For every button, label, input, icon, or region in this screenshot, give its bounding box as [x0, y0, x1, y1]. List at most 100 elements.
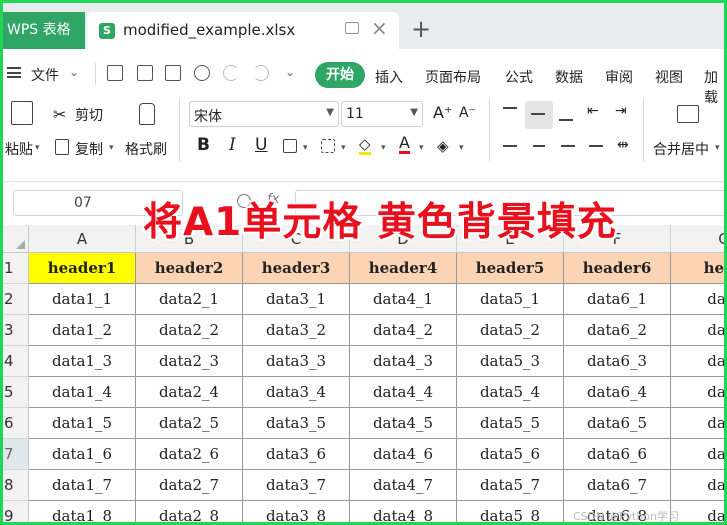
data-cell[interactable]: data1_2	[29, 315, 136, 346]
data-cell[interactable]: data1_3	[29, 346, 136, 377]
data-cell[interactable]: data3_8	[243, 501, 350, 522]
data-cell[interactable]: data3_5	[243, 408, 350, 439]
data-cell[interactable]: data5_6	[457, 439, 564, 470]
scissors-icon[interactable]: ✂	[53, 105, 66, 124]
data-cell[interactable]: data5_7	[457, 470, 564, 501]
data-cell[interactable]: data4_1	[350, 284, 457, 315]
file-menu[interactable]: 文件	[31, 65, 59, 85]
redo-icon[interactable]	[253, 65, 269, 81]
borders-icon[interactable]	[283, 139, 297, 153]
row-header-2[interactable]: 2	[3, 284, 29, 315]
export-icon[interactable]	[137, 65, 153, 81]
row-header-8[interactable]: 8	[3, 470, 29, 501]
wps-home-tab[interactable]: WPS 表格	[3, 12, 85, 49]
data-cell[interactable]: data5_8	[457, 501, 564, 522]
data-cell[interactable]: data	[671, 408, 724, 439]
font-name-select[interactable]: 宋体 ▼	[189, 101, 339, 127]
row-header-6[interactable]: 6	[3, 408, 29, 439]
align-right-icon[interactable]	[561, 145, 575, 147]
chevron-down-icon[interactable]: ⌄	[69, 65, 79, 79]
font-color-icon[interactable]: A	[399, 135, 410, 154]
print-icon[interactable]	[165, 65, 181, 81]
data-cell[interactable]: data1_1	[29, 284, 136, 315]
clear-format-icon[interactable]: ◈	[437, 137, 449, 155]
column-header-a[interactable]: A	[29, 225, 136, 253]
decrease-indent-icon[interactable]: ⇤	[587, 103, 599, 119]
undo-icon[interactable]	[223, 65, 239, 81]
header-cell[interactable]: header6	[564, 253, 671, 284]
format-painter-icon[interactable]	[139, 103, 155, 125]
data-cell[interactable]: data2_6	[136, 439, 243, 470]
data-cell[interactable]: data	[671, 501, 724, 522]
data-cell[interactable]: data4_4	[350, 377, 457, 408]
merge-chevron-icon[interactable]: ▾	[715, 143, 720, 153]
data-cell[interactable]: data4_3	[350, 346, 457, 377]
fill-color-icon[interactable]: ◇	[359, 137, 371, 155]
cell-style-icon[interactable]	[321, 139, 335, 153]
tab-review[interactable]: 审阅	[605, 67, 633, 87]
data-cell[interactable]: data2_8	[136, 501, 243, 522]
tab-start[interactable]: 开始	[315, 62, 365, 88]
menu-icon[interactable]	[7, 67, 21, 78]
cut-button[interactable]: 剪切	[75, 105, 103, 125]
header-cell[interactable]: header3	[243, 253, 350, 284]
paste-icon[interactable]	[11, 101, 33, 125]
data-cell[interactable]: data1_6	[29, 439, 136, 470]
data-cell[interactable]: data2_5	[136, 408, 243, 439]
bold-button[interactable]: B	[197, 135, 210, 155]
document-tab[interactable]: S modified_example.xlsx ×	[87, 12, 399, 49]
data-cell[interactable]: data3_2	[243, 315, 350, 346]
data-cell[interactable]: data	[671, 439, 724, 470]
tab-formulas[interactable]: 公式	[505, 67, 533, 87]
print-preview-icon[interactable]	[194, 65, 210, 81]
align-center-icon[interactable]	[533, 145, 545, 147]
data-cell[interactable]: data5_4	[457, 377, 564, 408]
row-header-4[interactable]: 4	[3, 346, 29, 377]
underline-button[interactable]: U	[255, 135, 267, 155]
header-cell[interactable]: head	[671, 253, 724, 284]
more-chevron-icon[interactable]: ⌄	[285, 65, 295, 79]
align-left-icon[interactable]	[503, 145, 517, 147]
clear-format-chevron-icon[interactable]: ▾	[459, 143, 464, 153]
header-cell[interactable]: header4	[350, 253, 457, 284]
cell-style-chevron-icon[interactable]: ▾	[341, 143, 346, 153]
copy-chevron-icon[interactable]: ▾	[109, 143, 114, 153]
align-top-icon[interactable]	[503, 107, 517, 109]
borders-chevron-icon[interactable]: ▾	[303, 143, 308, 153]
row-header-1[interactable]: 1	[3, 253, 29, 284]
data-cell[interactable]: data2_1	[136, 284, 243, 315]
increase-font-icon[interactable]: A⁺	[433, 103, 452, 122]
data-cell[interactable]: data2_7	[136, 470, 243, 501]
header-cell[interactable]: header2	[136, 253, 243, 284]
new-tab-icon[interactable]: +	[411, 17, 431, 41]
save-icon[interactable]	[107, 65, 123, 81]
data-cell[interactable]: data4_7	[350, 470, 457, 501]
tab-data[interactable]: 数据	[555, 67, 583, 87]
data-cell[interactable]: data	[671, 377, 724, 408]
data-cell[interactable]: data6_1	[564, 284, 671, 315]
data-cell[interactable]: data3_6	[243, 439, 350, 470]
paste-chevron-icon[interactable]: ▾	[35, 143, 40, 153]
data-cell[interactable]: data6_7	[564, 470, 671, 501]
data-cell[interactable]: data3_3	[243, 346, 350, 377]
window-icon[interactable]	[345, 22, 359, 34]
copy-icon[interactable]	[55, 139, 69, 155]
data-cell[interactable]: data5_2	[457, 315, 564, 346]
data-cell[interactable]: data	[671, 315, 724, 346]
align-middle-icon[interactable]	[531, 113, 545, 115]
data-cell[interactable]: data	[671, 346, 724, 377]
column-header-g[interactable]: G	[671, 225, 724, 253]
format-painter-button[interactable]: 格式刷	[125, 139, 167, 159]
distribute-icon[interactable]: ⇹	[617, 137, 629, 153]
paste-button[interactable]: 粘贴	[5, 139, 33, 159]
fill-color-chevron-icon[interactable]: ▾	[381, 143, 386, 153]
align-bottom-icon[interactable]	[559, 119, 573, 121]
font-color-chevron-icon[interactable]: ▾	[419, 143, 424, 153]
data-cell[interactable]: data4_2	[350, 315, 457, 346]
font-size-select[interactable]: 11 ▼	[341, 101, 423, 127]
data-cell[interactable]: data3_7	[243, 470, 350, 501]
data-cell[interactable]: data	[671, 470, 724, 501]
data-cell[interactable]: data1_4	[29, 377, 136, 408]
data-cell[interactable]: data3_4	[243, 377, 350, 408]
data-cell[interactable]: data5_5	[457, 408, 564, 439]
